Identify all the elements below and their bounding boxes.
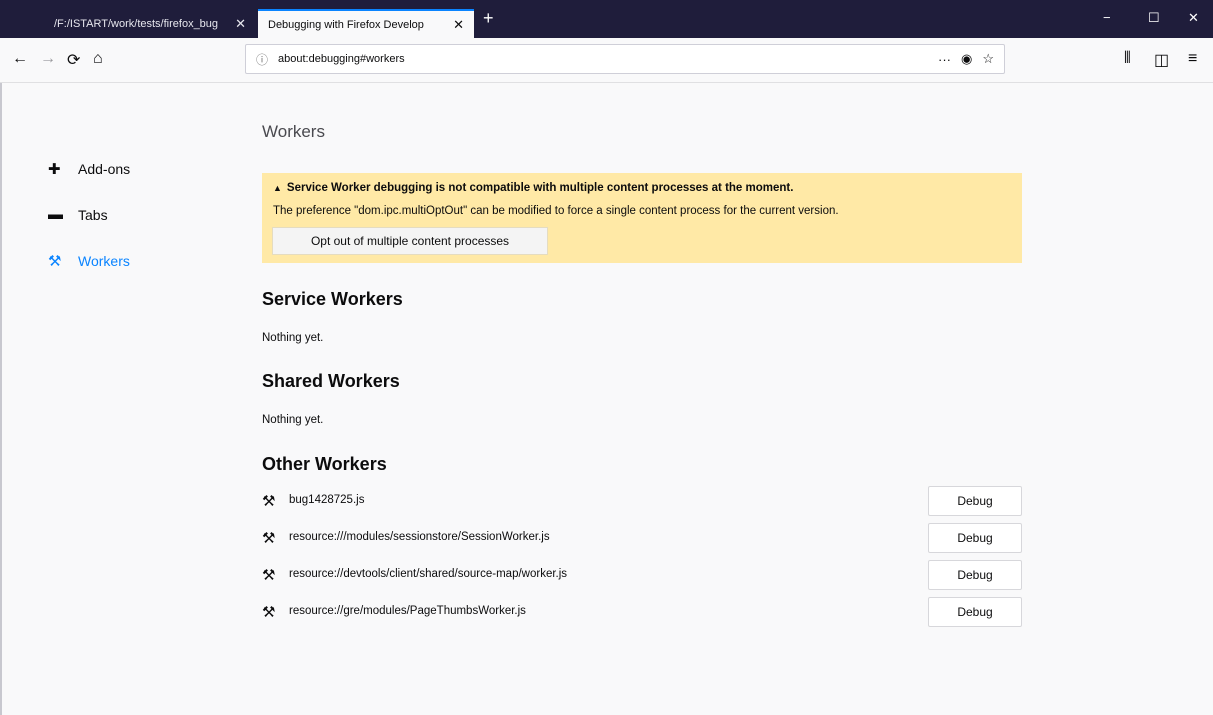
tools-icon: ⚒ <box>262 604 276 621</box>
service-workers-heading: Service Workers <box>262 289 403 309</box>
worker-row: ⚒ bug1428725.js Debug <box>262 486 1022 516</box>
warning-title-text: Service Worker debugging is not compatib… <box>286 182 794 194</box>
shared-workers-empty: Nothing yet. <box>262 414 324 426</box>
sidebar-item-label: Workers <box>78 253 130 269</box>
other-workers-heading: Other Workers <box>262 454 387 474</box>
tools-icon: ⚒ <box>262 493 276 510</box>
sidebar-item-addons[interactable]: ✚ Add-ons <box>48 160 130 178</box>
url-bar[interactable]: ⓘ about:debugging#workers ··· ◉ ☆ <box>245 44 1005 74</box>
worker-row: ⚒ resource:///modules/sessionstore/Sessi… <box>262 523 1022 553</box>
window-edge <box>0 83 2 715</box>
sidebar-item-workers[interactable]: ⚒ Workers <box>48 252 130 270</box>
menu-icon[interactable]: ≡ <box>1188 50 1197 68</box>
new-tab-icon[interactable]: + <box>483 8 494 29</box>
home-icon[interactable]: ⌂ <box>93 50 103 68</box>
sidebar-item-label: Add-ons <box>78 161 131 177</box>
debug-button[interactable]: Debug <box>928 560 1022 590</box>
tab-icon: ▬ <box>48 206 63 223</box>
page-actions-icon[interactable]: ··· <box>938 52 951 67</box>
warning-title: ▲ Service Worker debugging is not compati… <box>273 182 793 194</box>
debug-button[interactable]: Debug <box>928 597 1022 627</box>
back-icon[interactable]: ← <box>12 50 28 68</box>
debug-button[interactable]: Debug <box>928 486 1022 516</box>
close-icon[interactable]: ✕ <box>453 17 464 33</box>
tools-icon: ⚒ <box>262 567 276 584</box>
tab-title: /F:/ISTART/work/tests/firefox_bug <box>54 17 219 30</box>
shared-workers-heading: Shared Workers <box>262 371 400 391</box>
sidebar-item-label: Tabs <box>78 206 108 223</box>
sidebar-item-tabs[interactable]: ▬ Tabs <box>48 206 108 223</box>
tools-icon: ⚒ <box>48 253 62 270</box>
worker-name: resource://gre/modules/PageThumbsWorker.… <box>289 605 526 617</box>
tab-strip: /F:/ISTART/work/tests/firefox_bug ✕ Debu… <box>0 0 1213 38</box>
sidebar-toggle-icon[interactable]: ◫ <box>1154 50 1169 70</box>
forward-icon[interactable]: → <box>40 50 56 68</box>
tools-icon: ⚒ <box>262 530 276 547</box>
reload-icon[interactable]: ⟳ <box>67 50 80 70</box>
bookmark-star-icon[interactable]: ☆ <box>982 51 994 67</box>
worker-name: bug1428725.js <box>289 494 365 506</box>
navigation-toolbar: ← → ⟳ ⌂ ⓘ about:debugging#workers ··· ◉ … <box>0 38 1213 83</box>
maximize-icon[interactable]: ☐ <box>1148 10 1160 26</box>
info-icon[interactable]: ⓘ <box>256 51 268 68</box>
service-workers-empty: Nothing yet. <box>262 332 324 344</box>
multiprocess-warning: ▲ Service Worker debugging is not compati… <box>262 173 1022 263</box>
opt-out-button[interactable]: Opt out of multiple content processes <box>272 227 548 255</box>
warning-body: The preference "dom.ipc.multiOptOut" can… <box>273 205 839 217</box>
window-close-icon[interactable]: ✕ <box>1188 10 1199 26</box>
worker-row: ⚒ resource://gre/modules/PageThumbsWorke… <box>262 597 1022 627</box>
worker-name: resource:///modules/sessionstore/Session… <box>289 531 550 543</box>
worker-name: resource://devtools/client/shared/source… <box>289 568 568 580</box>
tab-file[interactable]: /F:/ISTART/work/tests/firefox_bug ✕ <box>44 9 256 38</box>
warning-icon: ▲ <box>273 183 282 193</box>
page-title: Workers <box>262 122 325 141</box>
minimize-icon[interactable]: − <box>1103 10 1111 25</box>
close-icon[interactable]: ✕ <box>235 16 246 32</box>
puzzle-icon: ✚ <box>48 161 61 178</box>
tab-debugging[interactable]: Debugging with Firefox Develop ✕ <box>258 9 474 38</box>
tab-title: Debugging with Firefox Develop <box>268 18 424 31</box>
debug-button[interactable]: Debug <box>928 523 1022 553</box>
library-icon[interactable]: ⫴ <box>1124 50 1131 68</box>
pocket-icon[interactable]: ◉ <box>961 51 972 67</box>
url-text[interactable]: about:debugging#workers <box>278 53 938 65</box>
worker-row: ⚒ resource://devtools/client/shared/sour… <box>262 560 1022 590</box>
